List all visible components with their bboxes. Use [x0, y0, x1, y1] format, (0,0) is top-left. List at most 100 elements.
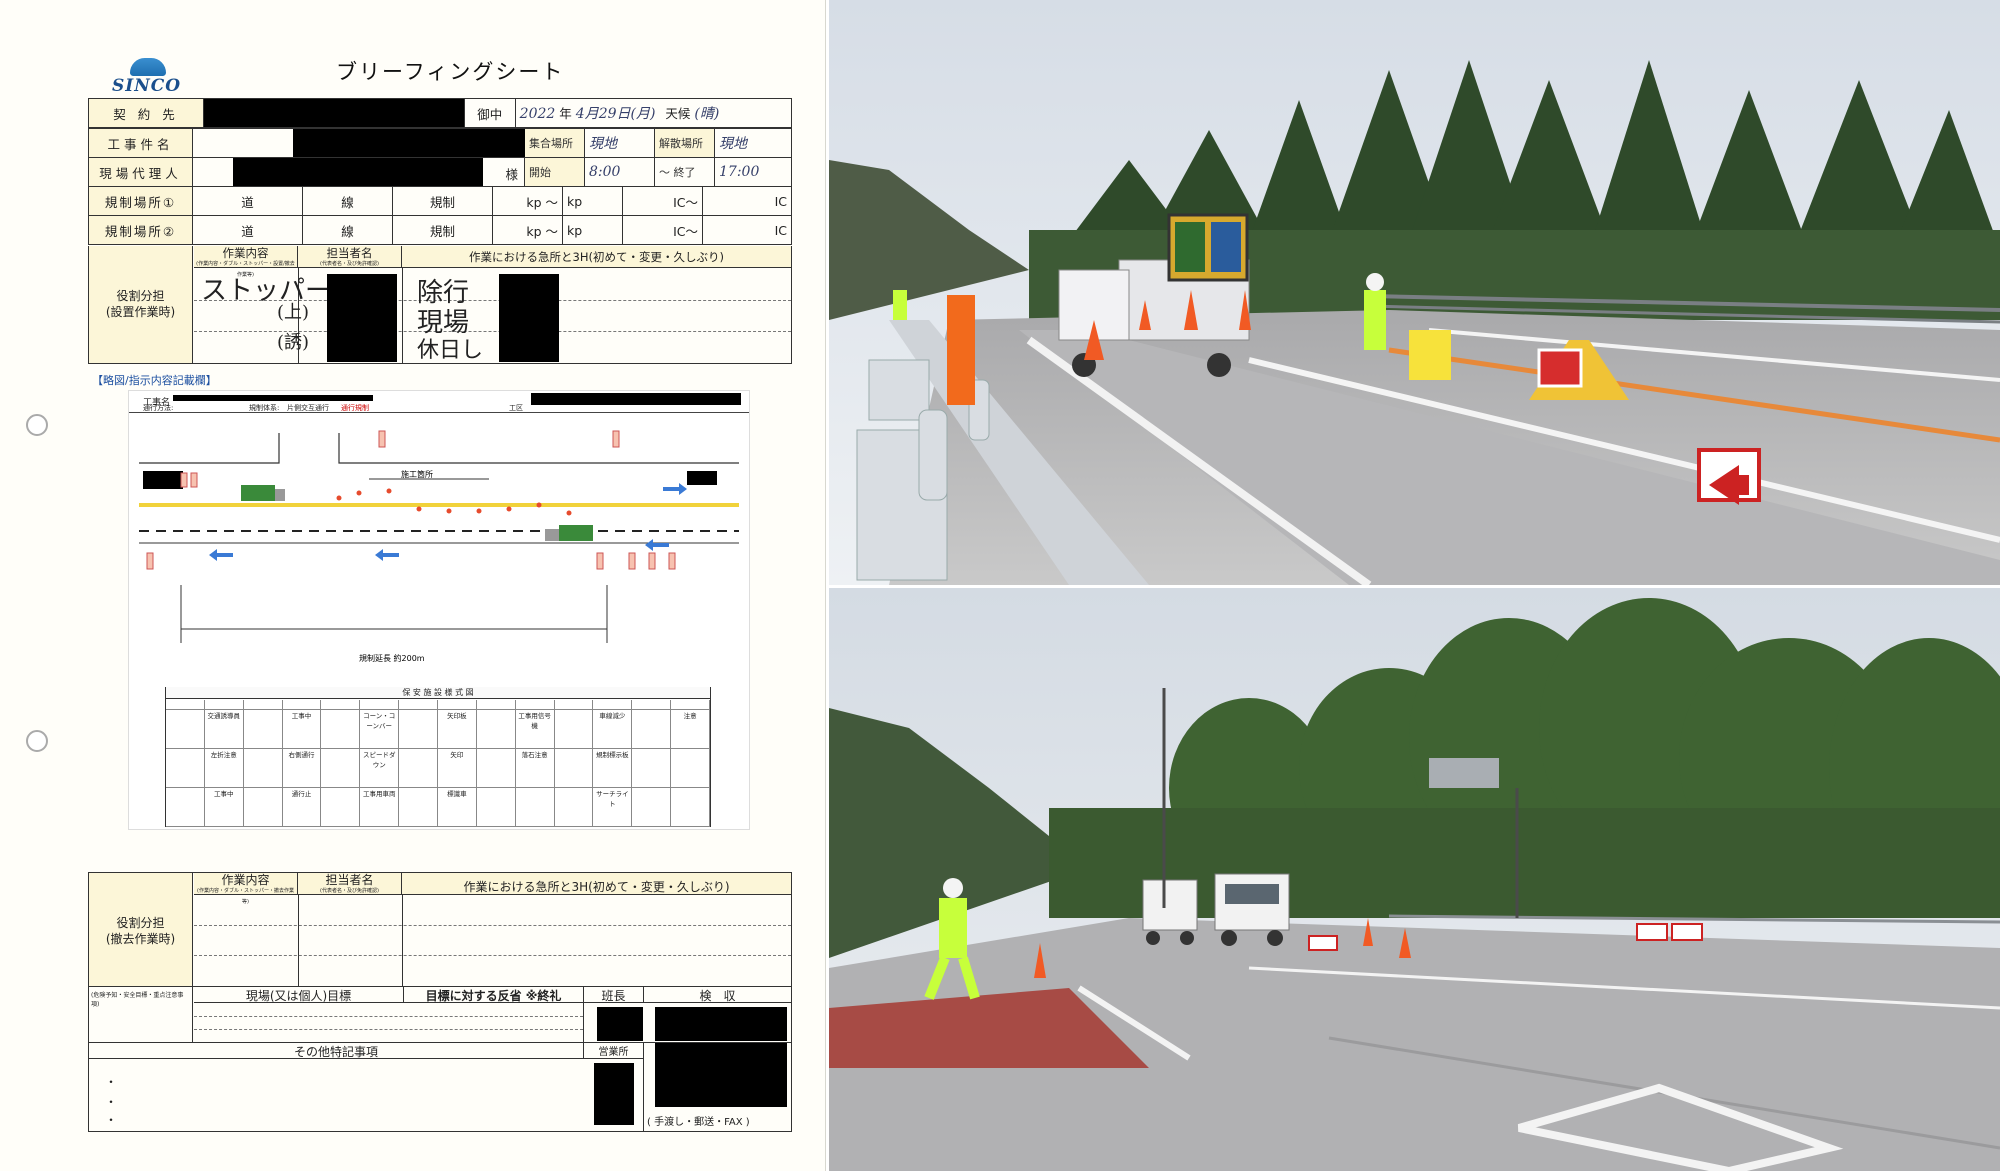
legend-item: スピードダウン [360, 749, 400, 788]
redacted-install-hazard [499, 274, 559, 362]
photo-top-lane-closure [829, 0, 2000, 585]
legend-item: 車線減少 [593, 710, 633, 749]
legend-grid: 交通誘導員 工事中 コーン・コーンバー 矢印板 工事用信号機 車線減少 注意 左折注意 右側通… [166, 700, 710, 827]
install-label-line1: 役割分担 [116, 289, 165, 303]
legend-item: 落石注意 [515, 749, 555, 788]
install-hand-3: (誘) [277, 332, 310, 353]
project-name-cell [192, 128, 525, 158]
ic-from-1: IC〜 [622, 186, 703, 216]
install-col-divider-2 [402, 268, 403, 363]
logo-mark-icon [130, 58, 166, 76]
install-work-header: 作業内容 (作業内容・ダブル・ストッパー・設置/撤去作業等) [194, 246, 298, 278]
date-year-label: 年 [559, 106, 572, 121]
kp-to-2: kp [562, 215, 623, 245]
remove-hazard-header: 作業における急所と3H(初めて・変更・久しぶり) [402, 873, 791, 895]
goal-lines [194, 1003, 584, 1042]
date-cell: 2022 年 4月29日(月) 天候 (晴) [514, 98, 793, 128]
diagram-caption: 【略図/指示内容記載欄】 [92, 374, 217, 387]
weather-label: 天候 [665, 106, 691, 121]
sama-label: 様 [505, 167, 518, 182]
redacted-office [594, 1063, 634, 1125]
redacted-contractor [202, 98, 465, 128]
remove-work-content: 作業内容 [221, 873, 270, 887]
ic-from-2: IC〜 [622, 215, 703, 245]
legend-item: 矢印 [438, 749, 477, 788]
contractor-label: 契 約 先 [88, 98, 204, 128]
other-bullet-3: ・ [105, 1113, 118, 1127]
delivery-method: ( 手渡し・郵送・FAX ) [647, 1117, 750, 1128]
ic-to-1: IC [702, 186, 792, 216]
install-hand-6: 休日し [417, 338, 484, 363]
legend-item: 工事中 [282, 710, 322, 749]
end-label: 〜 終了 [654, 157, 715, 187]
legend-item: 工事用信号機 [515, 710, 555, 749]
remove-row-line-2 [194, 955, 791, 956]
kp-from-1: kp 〜 [492, 186, 563, 216]
reflect-header: 目標に対する反省 ※終礼 [404, 987, 584, 1003]
install-hazard-header: 作業における急所と3H(初めて・変更・久しぶり) [402, 246, 791, 268]
redacted-inspection-bottom [655, 1043, 787, 1107]
remove-row-line-1 [194, 925, 791, 926]
legend-item: 矢印板 [438, 710, 477, 749]
other-bullet-2: ・ [105, 1095, 118, 1109]
honorific-label: 御中 [463, 98, 516, 128]
road-2-label: 道 [192, 215, 303, 245]
office-cell: 営業所 [584, 1043, 644, 1131]
diagram-method-label: 通行方法: [143, 404, 174, 412]
site-rep-label: 現場代理人 [88, 157, 193, 187]
kp-to-1: kp [562, 186, 623, 216]
regulation-1-label: 規制場所① [88, 186, 193, 216]
redacted-diagram-section [531, 393, 741, 405]
date-month-day: 4月29日(月) [575, 106, 656, 122]
legend-item: コーン・コーンバー [360, 710, 400, 749]
goal-left-small: (危険予知・安全目標・重点注意事項) [91, 992, 184, 1008]
redacted-site-rep [233, 158, 483, 186]
project-name-label: 工事件名 [88, 128, 193, 158]
regulation-2-label: 規制場所② [88, 215, 193, 245]
diagram-road-svg: 施工箇所 規制延長 約200m [139, 430, 739, 663]
legend-item: 左折注意 [204, 749, 244, 788]
lower-section: 役割分担 (撤去作業時) 作業内容 (作業内容・ダブル・ストッパー・撤去作業等)… [88, 872, 792, 1132]
sheet-title: ブリーフィングシート [336, 60, 565, 84]
diagram-top-bar: 工事名 通行方法: 規制体系: 片側交互通行 通行規制 工区 [129, 391, 749, 413]
diagram-reg-label: 規制体系: [249, 404, 280, 412]
install-label-line2: (設置作業時) [105, 305, 176, 319]
diagram-length-label: 規制延長 約200m [359, 653, 425, 663]
legend-item: 交通誘導員 [204, 710, 244, 749]
install-person-label: 担当者名 [326, 246, 373, 260]
diagram-red-note: 通行規制 [341, 404, 369, 412]
diagram-one-side: 片側交互通行 [287, 404, 329, 412]
remove-label-line2: (撤去作業時) [105, 932, 176, 946]
diagram-work-area-label: 施工箇所 [401, 469, 433, 479]
diagram-section-label: 工区 [509, 404, 523, 412]
install-hand-2: (上) [277, 302, 310, 323]
other-notes-block: その他特記事項 ・ ・ ・ 営業所 ( 手渡し・郵送・FAX ) [89, 1043, 791, 1131]
header-info-table: 契 約 先 御中 2022 年 4月29日(月) 天候 (晴) [88, 98, 793, 128]
inspection-header: 検 収 [644, 987, 791, 1003]
legend-title: 保 安 施 設 様 式 図 [166, 687, 710, 699]
regulation-table: 規制場所① 道 線 規制 kp 〜 kp IC〜 IC 規制場所② 道 線 規制… [88, 186, 792, 245]
install-person-sub: (代表者名・及び免許確認) [320, 261, 379, 267]
other-bullet-1: ・ [105, 1075, 118, 1089]
office-label: 営業所 [584, 1043, 643, 1059]
weather-value: (晴) [694, 106, 720, 122]
legend-item: 右側通行 [282, 749, 322, 788]
remove-person-header: 担当者名 (代表者名・及び免許確認) [298, 873, 402, 895]
punch-hole-bottom [26, 730, 48, 752]
legend-item: 工事中 [204, 788, 244, 827]
line-2-label: 線 [302, 215, 393, 245]
install-roles-label: 役割分担 (設置作業時) [89, 246, 193, 363]
end-value: 17:00 [714, 157, 792, 187]
briefing-sheet: SINCO ブリーフィングシート 契 約 先 御中 2022 年 4月29日(月… [0, 0, 826, 1171]
goal-header: 現場(又は個人)目標 [194, 987, 404, 1003]
redacted-install-person [327, 274, 397, 362]
remove-col-divider-1 [298, 895, 299, 986]
other-notes-title: その他特記事項 [89, 1043, 584, 1059]
logo-text: SINCO [112, 76, 182, 96]
ic-to-2: IC [702, 215, 792, 245]
regulation-1-text: 規制 [392, 186, 493, 216]
remove-person-sub: (代表者名・及び免許確認) [320, 888, 379, 894]
meeting-place-value: 現地 [584, 128, 655, 158]
install-roles-block: 役割分担 (設置作業時) 作業内容 (作業内容・ダブル・ストッパー・設置/撤去作… [88, 246, 792, 364]
remove-work-header: 作業内容 (作業内容・ダブル・ストッパー・撤去作業等) [194, 873, 298, 905]
